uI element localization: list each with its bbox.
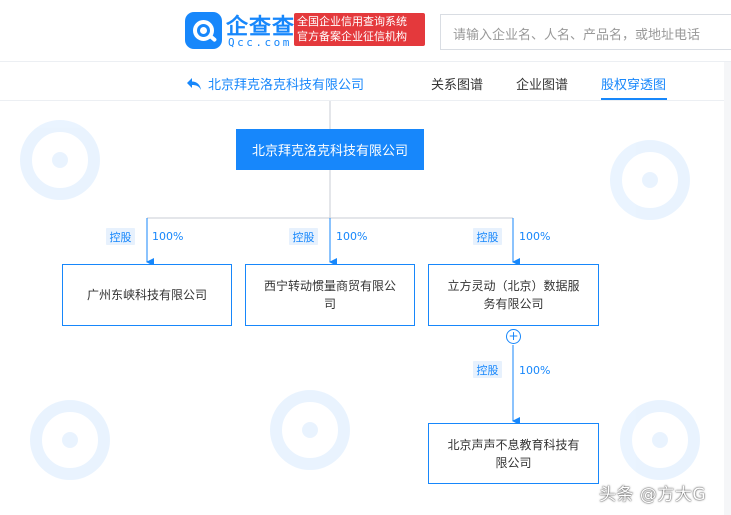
- tab-relation-graph[interactable]: 关系图谱: [431, 74, 483, 93]
- subsidiary-node[interactable]: 广州东峡科技有限公司: [62, 264, 232, 326]
- badge-line-1: 全国企业信用查询系统: [297, 15, 407, 28]
- search-input[interactable]: 请输入企业名、人名、产品名，或地址电话: [440, 14, 731, 50]
- subsidiary-node[interactable]: 立方灵动（北京）数据服务有限公司: [428, 264, 599, 326]
- holding-percent: 100%: [336, 230, 368, 243]
- back-arrow-icon: [187, 77, 201, 90]
- certification-badge: 全国企业信用查询系统 官方备案企业征信机构: [294, 13, 425, 46]
- logo-domain: Qcc.com: [228, 36, 292, 49]
- expand-node-button[interactable]: +: [506, 329, 521, 344]
- holding-percent: 100%: [152, 230, 184, 243]
- watermark-logo-icon: [620, 400, 700, 480]
- sub-nav: 北京拜克洛克科技有限公司 关系图谱 企业图谱 股权穿透图: [0, 63, 731, 101]
- tab-enterprise-graph[interactable]: 企业图谱: [516, 74, 568, 93]
- holding-tag: 控股: [473, 361, 502, 378]
- source-watermark: 头条 @方大G: [599, 485, 707, 505]
- watermark-logo-icon: [20, 120, 100, 200]
- root-company-node[interactable]: 北京拜克洛克科技有限公司: [236, 129, 424, 170]
- qcc-logo-icon[interactable]: [185, 12, 222, 49]
- top-bar: 企查查 Qcc.com 全国企业信用查询系统 官方备案企业征信机构 请输入企业名…: [0, 0, 731, 62]
- watermark-logo-icon: [610, 140, 690, 220]
- tab-equity-penetration[interactable]: 股权穿透图: [601, 74, 666, 93]
- holding-percent: 100%: [519, 230, 551, 243]
- back-link[interactable]: 北京拜克洛克科技有限公司: [186, 74, 364, 93]
- grandchild-company-node[interactable]: 北京声声不息教育科技有限公司: [428, 423, 599, 484]
- back-link-label: 北京拜克洛克科技有限公司: [208, 78, 365, 93]
- subsidiary-node[interactable]: 西宁转动惯量商贸有限公司: [245, 264, 415, 326]
- active-tab-indicator: [601, 98, 667, 100]
- holding-percent: 100%: [519, 364, 551, 377]
- holding-tag: 控股: [473, 228, 502, 245]
- scrollbar-track[interactable]: [724, 62, 731, 515]
- holding-tag: 控股: [289, 228, 318, 245]
- holding-tag: 控股: [106, 228, 135, 245]
- badge-line-2: 官方备案企业征信机构: [297, 30, 407, 43]
- watermark-logo-icon: [270, 390, 350, 470]
- watermark-logo-icon: [30, 400, 110, 480]
